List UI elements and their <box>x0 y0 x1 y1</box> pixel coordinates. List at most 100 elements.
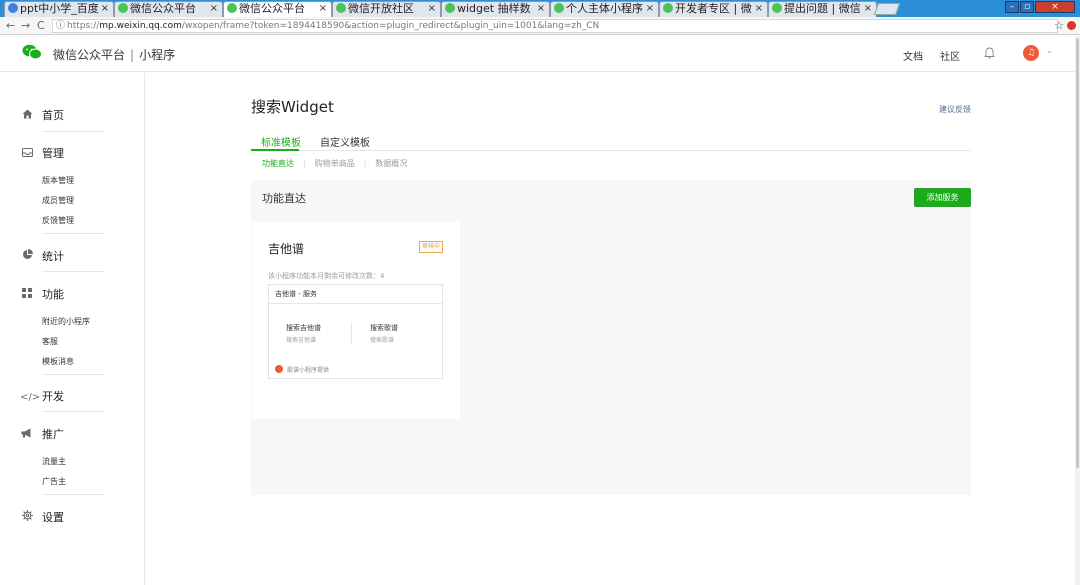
sidebar-subitem-feedback[interactable]: 反馈管理 <box>42 215 74 226</box>
wechat-icon <box>663 3 673 13</box>
close-tab-icon[interactable]: × <box>210 2 218 16</box>
subtab-data-overview[interactable]: 数据概况 <box>375 159 407 168</box>
docs-link[interactable]: 文档 <box>903 48 923 63</box>
browser-tab[interactable]: widget 抽样数 × <box>441 1 550 17</box>
service-item-name[interactable]: 搜索歌谱 <box>370 323 398 333</box>
sidebar-item-promote[interactable]: 推广 <box>20 426 64 442</box>
service-divider <box>351 322 352 344</box>
sidebar-divider <box>42 494 104 495</box>
tab-standard-template[interactable]: 标准模板 <box>261 134 301 149</box>
avatar[interactable]: ♫ <box>1023 45 1039 61</box>
address-bar-row: ← → C ⓘ https://mp.weixin.qq.com/wxopen/… <box>0 17 1080 35</box>
card-title: 吉他谱 <box>268 242 305 256</box>
chevron-down-icon[interactable]: ⌄ <box>1046 46 1053 55</box>
sidebar-divider <box>42 233 104 234</box>
sidebar-item-label: 开发 <box>42 390 64 403</box>
url-input[interactable]: ⓘ https://mp.weixin.qq.com/wxopen/frame?… <box>52 19 1058 33</box>
community-link[interactable]: 社区 <box>940 48 960 63</box>
section-title: 功能直达 <box>262 192 306 205</box>
url-host: mp.weixin.qq.com <box>99 21 182 31</box>
browser-tab[interactable]: ppt中小学_百度 × <box>4 1 114 17</box>
service-box: 吉他谱 - 服务 搜索吉他谱 搜索吉他谱 搜索歌谱 搜索歌谱 歌谱小程序提供 <box>268 284 443 379</box>
close-tab-icon[interactable]: × <box>755 2 763 16</box>
maximize-button[interactable]: ▫ <box>1020 1 1034 13</box>
sidebar-subitem-nearby[interactable]: 附近的小程序 <box>42 316 90 327</box>
gear-icon <box>20 510 34 524</box>
back-arrow-icon[interactable]: ← <box>6 19 15 32</box>
bookmark-star-icon[interactable]: ☆ <box>1054 19 1064 32</box>
sidebar-item-dev[interactable]: </> 开发 <box>20 388 64 404</box>
add-service-button[interactable]: 添加服务 <box>914 188 971 207</box>
wechat-icon <box>336 3 346 13</box>
status-badge: 审核中 <box>419 241 444 253</box>
url-scheme: https:// <box>67 21 100 31</box>
template-tabs: 标准模板 自定义模板 <box>251 131 971 151</box>
sub-tabs: 功能直达 | 购物单商品 | 数据概况 <box>262 158 416 169</box>
sidebar-item-label: 推广 <box>42 428 64 441</box>
pie-chart-icon <box>20 249 34 263</box>
grid-icon <box>20 288 34 301</box>
service-item-name[interactable]: 搜索吉他谱 <box>286 323 321 333</box>
brand[interactable]: 微信公众平台 | 小程序 <box>53 46 175 63</box>
sidebar-item-label: 管理 <box>42 147 64 160</box>
subtab-direct-access[interactable]: 功能直达 <box>262 159 294 168</box>
reload-icon[interactable]: C <box>37 19 45 32</box>
extension-icon[interactable] <box>1067 21 1076 30</box>
tab-label: widget 抽样数 <box>457 2 531 15</box>
sidebar-item-features[interactable]: 功能 <box>20 286 64 302</box>
sidebar-subitem-versions[interactable]: 版本管理 <box>42 175 74 186</box>
page-title: 搜索Widget <box>251 98 334 116</box>
browser-tab[interactable]: 微信开放社区 × <box>332 1 441 17</box>
sidebar-subitem-publisher[interactable]: 流量主 <box>42 456 66 467</box>
sidebar-item-stats[interactable]: 统计 <box>20 248 64 264</box>
sidebar-subitem-service[interactable]: 客服 <box>42 336 58 347</box>
tab-custom-template[interactable]: 自定义模板 <box>320 134 370 149</box>
sidebar: 首页 管理 版本管理 成员管理 反馈管理 统计 功能 附近的小程序 客服 模板消… <box>0 73 145 585</box>
close-tab-icon[interactable]: × <box>101 2 109 16</box>
provider-icon <box>275 365 283 373</box>
sidebar-item-settings[interactable]: 设置 <box>20 509 64 525</box>
sidebar-item-home[interactable]: 首页 <box>20 107 64 123</box>
tab-label: 微信公众平台 <box>130 2 196 15</box>
tab-label: 提出问题 | 微信 <box>784 2 861 15</box>
sidebar-divider <box>42 271 104 272</box>
scrollbar-thumb[interactable] <box>1076 38 1079 468</box>
browser-tab-active[interactable]: 微信公众平台 × <box>223 1 332 18</box>
brand-separator: | <box>130 48 135 62</box>
megaphone-icon <box>20 428 34 441</box>
sidebar-item-label: 功能 <box>42 288 64 301</box>
browser-tab[interactable]: 微信公众平台 × <box>114 1 223 17</box>
minimize-button[interactable]: – <box>1005 1 1019 13</box>
tab-label: 微信公众平台 <box>239 2 305 15</box>
sidebar-item-manage[interactable]: 管理 <box>20 145 64 161</box>
browser-tab[interactable]: 个人主体小程序 × <box>550 1 659 17</box>
inbox-icon <box>20 147 34 160</box>
sidebar-subitem-members[interactable]: 成员管理 <box>42 195 74 206</box>
top-nav: 微信公众平台 | 小程序 文档 社区 ♫ ⌄ <box>0 36 1080 72</box>
sidebar-divider <box>42 131 104 132</box>
sidebar-item-label: 首页 <box>42 109 64 122</box>
wechat-logo-icon[interactable] <box>22 44 42 60</box>
close-window-button[interactable]: × <box>1035 1 1075 13</box>
bell-icon[interactable] <box>984 47 995 59</box>
info-icon: ⓘ <box>56 21 66 31</box>
browser-tab[interactable]: 提出问题 | 微信 × <box>768 1 877 17</box>
feedback-link[interactable]: 建议反馈 <box>939 104 971 115</box>
tab-label: ppt中小学_百度 <box>20 2 99 15</box>
close-tab-icon[interactable]: × <box>646 2 654 16</box>
code-icon: </> <box>20 392 41 403</box>
new-tab-button[interactable] <box>873 3 901 15</box>
subtab-shopping-list[interactable]: 购物单商品 <box>315 159 355 168</box>
close-tab-icon[interactable]: × <box>537 2 545 16</box>
tab-label: 个人主体小程序 <box>566 2 643 15</box>
close-tab-icon[interactable]: × <box>319 2 327 16</box>
close-tab-icon[interactable]: × <box>428 2 436 16</box>
sidebar-subitem-advertiser[interactable]: 广告主 <box>42 476 66 487</box>
tab-label: 微信开放社区 <box>348 2 414 15</box>
browser-tab[interactable]: 开发者专区 | 微 × <box>659 1 768 17</box>
wechat-icon <box>118 3 128 13</box>
sidebar-subitem-templates[interactable]: 模板消息 <box>42 356 74 367</box>
wechat-icon <box>227 3 237 13</box>
forward-arrow-icon[interactable]: → <box>21 19 30 32</box>
close-tab-icon[interactable]: × <box>864 2 872 16</box>
